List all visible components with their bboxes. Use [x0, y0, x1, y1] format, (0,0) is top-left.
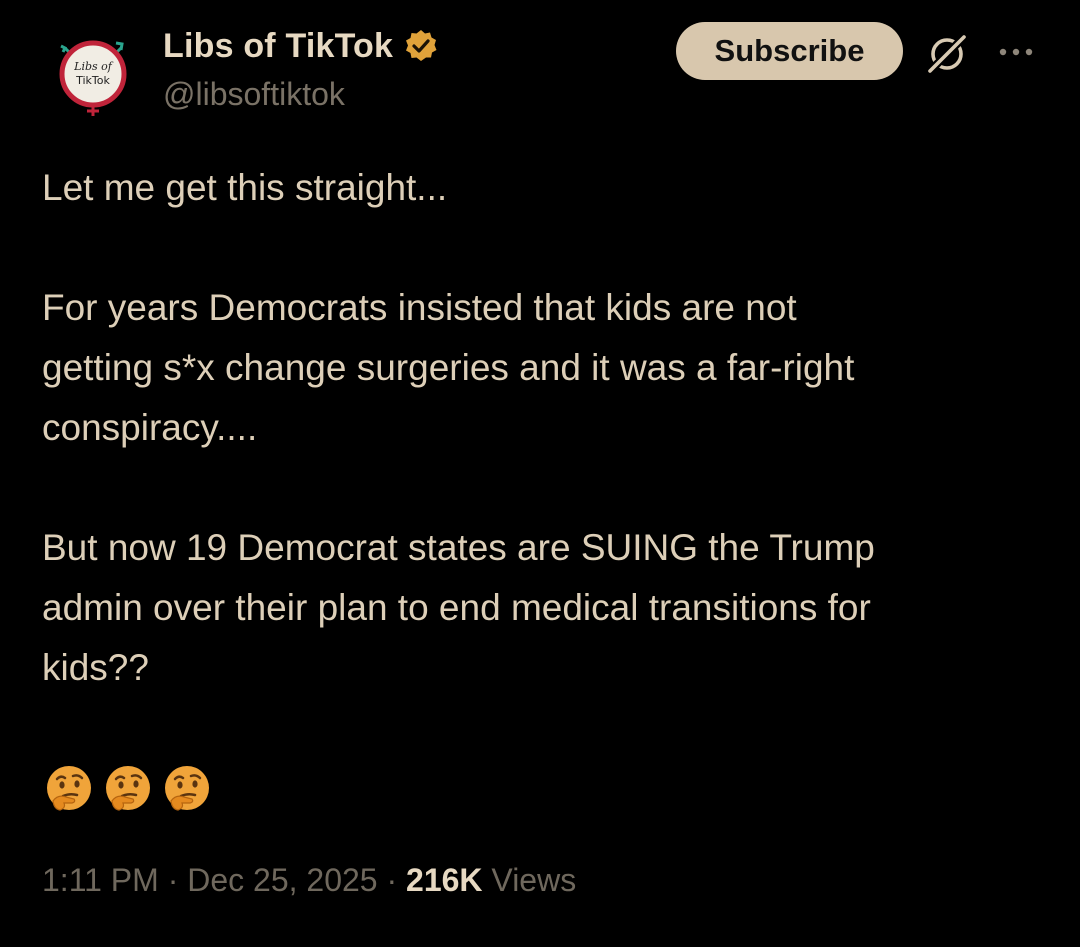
tweet-line: kids??: [42, 647, 149, 688]
tweet-line: getting s*x change surgeries and it was …: [42, 347, 855, 388]
verified-badge-icon[interactable]: [403, 28, 439, 64]
emoji-row: [44, 764, 212, 814]
tweet-paragraph-3: But now 19 Democrat states are SUING the…: [42, 518, 1042, 698]
views-label[interactable]: Views: [491, 862, 576, 898]
separator: ·: [167, 862, 179, 898]
tweet-time[interactable]: 1:11 PM: [42, 862, 159, 898]
thinking-face-icon: [47, 766, 91, 811]
avatar-text-1: Libs of: [73, 60, 114, 73]
grok-icon[interactable]: [922, 28, 972, 78]
tweet-text: Let me get this straight... For years De…: [42, 158, 1042, 698]
separator: ·: [386, 862, 398, 898]
author-name-row[interactable]: Libs of TikTok: [163, 24, 439, 68]
avatar[interactable]: Libs of TikTok: [52, 34, 134, 116]
author-handle[interactable]: @libsoftiktok: [163, 76, 345, 113]
tweet-date[interactable]: Dec 25, 2025: [187, 862, 377, 898]
tweet-paragraph-1: Let me get this straight...: [42, 167, 448, 208]
more-options-icon[interactable]: [996, 38, 1036, 66]
display-name[interactable]: Libs of TikTok: [163, 27, 393, 66]
avatar-text-2: TikTok: [75, 74, 110, 87]
thinking-face-icon: [106, 766, 150, 811]
tweet-line: conspiracy....: [42, 407, 258, 448]
tweet: Libs of TikTok Libs of TikTok @libsoftik…: [0, 0, 1080, 947]
tweet-paragraph-2: For years Democrats insisted that kids a…: [42, 278, 1042, 458]
thinking-face-icon: [165, 766, 209, 811]
views-count[interactable]: 216K: [406, 862, 483, 898]
subscribe-button[interactable]: Subscribe: [676, 22, 903, 80]
tweet-line: For years Democrats insisted that kids a…: [42, 287, 797, 328]
tweet-meta: 1:11 PM · Dec 25, 2025 · 216K Views: [42, 862, 576, 899]
tweet-line: But now 19 Democrat states are SUING the…: [42, 527, 875, 568]
tweet-line: admin over their plan to end medical tra…: [42, 587, 871, 628]
